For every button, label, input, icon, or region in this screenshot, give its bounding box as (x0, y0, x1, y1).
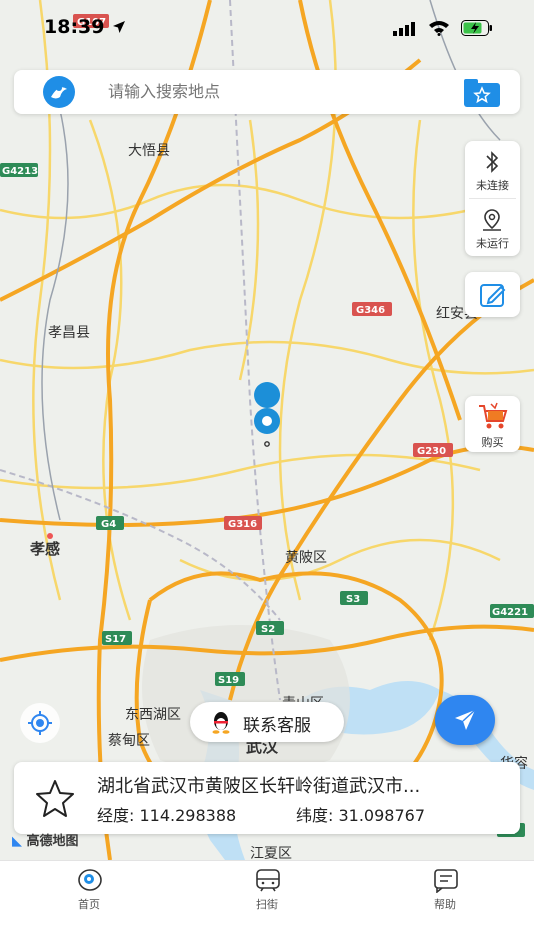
tab-scan-street-label: 扫街 (256, 898, 278, 911)
road-shield: S17 (105, 634, 126, 645)
location-info-card: 湖北省武汉市黄陂区长轩岭街道武汉市... 经度: 114.298388 纬度: … (14, 762, 520, 834)
edit-button[interactable] (465, 272, 520, 317)
road-shield: G4221 (492, 607, 528, 618)
place-label: 孝感 (29, 540, 60, 558)
qq-penguin-icon (212, 712, 230, 734)
latitude-text: 纬度: 31.098767 (296, 806, 426, 825)
bottom-tab-bar: 首页 扫街 帮助 (0, 860, 534, 951)
signal-icon (393, 22, 415, 36)
place-label: 蔡甸区 (108, 733, 150, 749)
run-status-button[interactable]: 未运行 (465, 199, 520, 256)
contact-service-label: 联系客服 (243, 716, 311, 736)
contact-service-button[interactable]: 联系客服 (190, 702, 344, 742)
bluetooth-icon (486, 151, 499, 173)
buy-label: 购买 (481, 436, 504, 449)
search-input[interactable] (108, 82, 438, 101)
status-bar: 18:39 (0, 0, 534, 60)
locate-me-button[interactable] (20, 703, 60, 743)
road-shield: S3 (346, 594, 360, 605)
bluetooth-button[interactable]: 未连接 (465, 141, 520, 198)
tab-home-label: 首页 (78, 898, 100, 911)
favorites-folder-icon[interactable] (464, 79, 500, 107)
tab-help-label: 帮助 (434, 898, 456, 911)
longitude-text: 经度: 114.298388 (97, 806, 237, 825)
attribution-text: 高德地图 (26, 834, 79, 849)
place-label: 大悟县 (128, 143, 170, 159)
status-time: 18:39 (44, 16, 105, 38)
road-shield: G346 (356, 305, 385, 316)
road-shield: G4 (101, 519, 116, 530)
paper-plane-icon (455, 709, 476, 730)
road-shield: G4213 (2, 166, 38, 177)
search-bar[interactable] (14, 70, 520, 114)
location-arrow-icon (113, 21, 125, 33)
place-label: 孝昌县 (48, 325, 90, 341)
road-shield: G230 (417, 446, 446, 457)
place-label: 黄陂区 (285, 549, 327, 566)
edit-icon (480, 284, 506, 307)
home-pin-icon (78, 869, 102, 891)
star-icon[interactable] (34, 778, 76, 818)
help-doc-icon (434, 869, 458, 893)
tab-help[interactable]: 帮助 (385, 861, 505, 921)
tab-scan-street[interactable]: 扫街 (207, 861, 327, 921)
device-status-panel: 未连接 未运行 (465, 141, 520, 256)
place-label: 东西湖区 (125, 707, 181, 723)
run-status-label: 未运行 (476, 237, 509, 250)
road-shield: G316 (228, 519, 257, 530)
scan-street-icon (256, 869, 280, 892)
buy-button[interactable]: 购买 (465, 396, 520, 452)
app-logo-icon (43, 76, 75, 108)
place-label: 江夏区 (250, 846, 292, 860)
wifi-icon (429, 21, 449, 36)
shopping-cart-icon (479, 402, 508, 429)
road-shield: S2 (261, 624, 275, 635)
battery-icon (461, 20, 492, 36)
bluetooth-status-label: 未连接 (476, 179, 509, 192)
map-attribution: ◣ 高德地图 (12, 830, 79, 849)
navigate-button[interactable] (435, 695, 495, 745)
locate-icon (28, 711, 52, 735)
road-shield: S19 (218, 675, 239, 686)
address-text: 湖北省武汉市黄陂区长轩岭街道武汉市... (97, 776, 421, 797)
map-pin-icon (483, 209, 501, 231)
tab-home[interactable]: 首页 (29, 861, 149, 921)
amap-logo-icon: ◣ (12, 834, 22, 849)
city-dot (47, 533, 53, 539)
